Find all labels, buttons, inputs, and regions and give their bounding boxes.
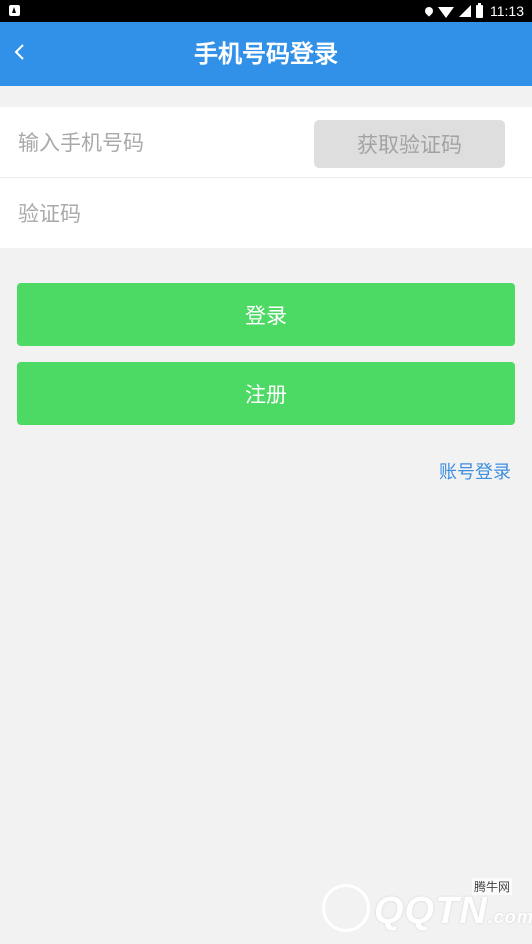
register-button[interactable]: 注册 xyxy=(17,362,515,425)
status-time: 11:13 xyxy=(490,3,524,19)
notification-icon xyxy=(9,5,20,16)
status-bar: 11:13 xyxy=(0,0,532,22)
watermark: QQTN.com 腾牛网 xyxy=(322,870,532,944)
watermark-brand: QQTN.com xyxy=(374,890,532,932)
watermark-small-text: 腾牛网 xyxy=(472,878,513,895)
account-login-link[interactable]: 账号登录 xyxy=(439,458,511,484)
code-row xyxy=(0,178,532,250)
battery-icon xyxy=(476,2,483,18)
wifi-icon xyxy=(438,6,454,18)
get-code-button[interactable]: 获取验证码 xyxy=(314,120,505,168)
app-bar: 手机号码登录 xyxy=(0,22,532,86)
status-icons: 11:13 xyxy=(423,0,524,22)
verification-code-input[interactable] xyxy=(16,178,500,250)
location-icon xyxy=(423,5,435,17)
login-button[interactable]: 登录 xyxy=(17,283,515,346)
signal-icon xyxy=(459,5,471,17)
page-title: 手机号码登录 xyxy=(194,40,338,68)
phone-row: 获取验证码 xyxy=(0,107,532,179)
phone-input[interactable] xyxy=(16,107,300,179)
watermark-logo-icon xyxy=(322,884,370,932)
login-form: 获取验证码 xyxy=(0,107,532,250)
